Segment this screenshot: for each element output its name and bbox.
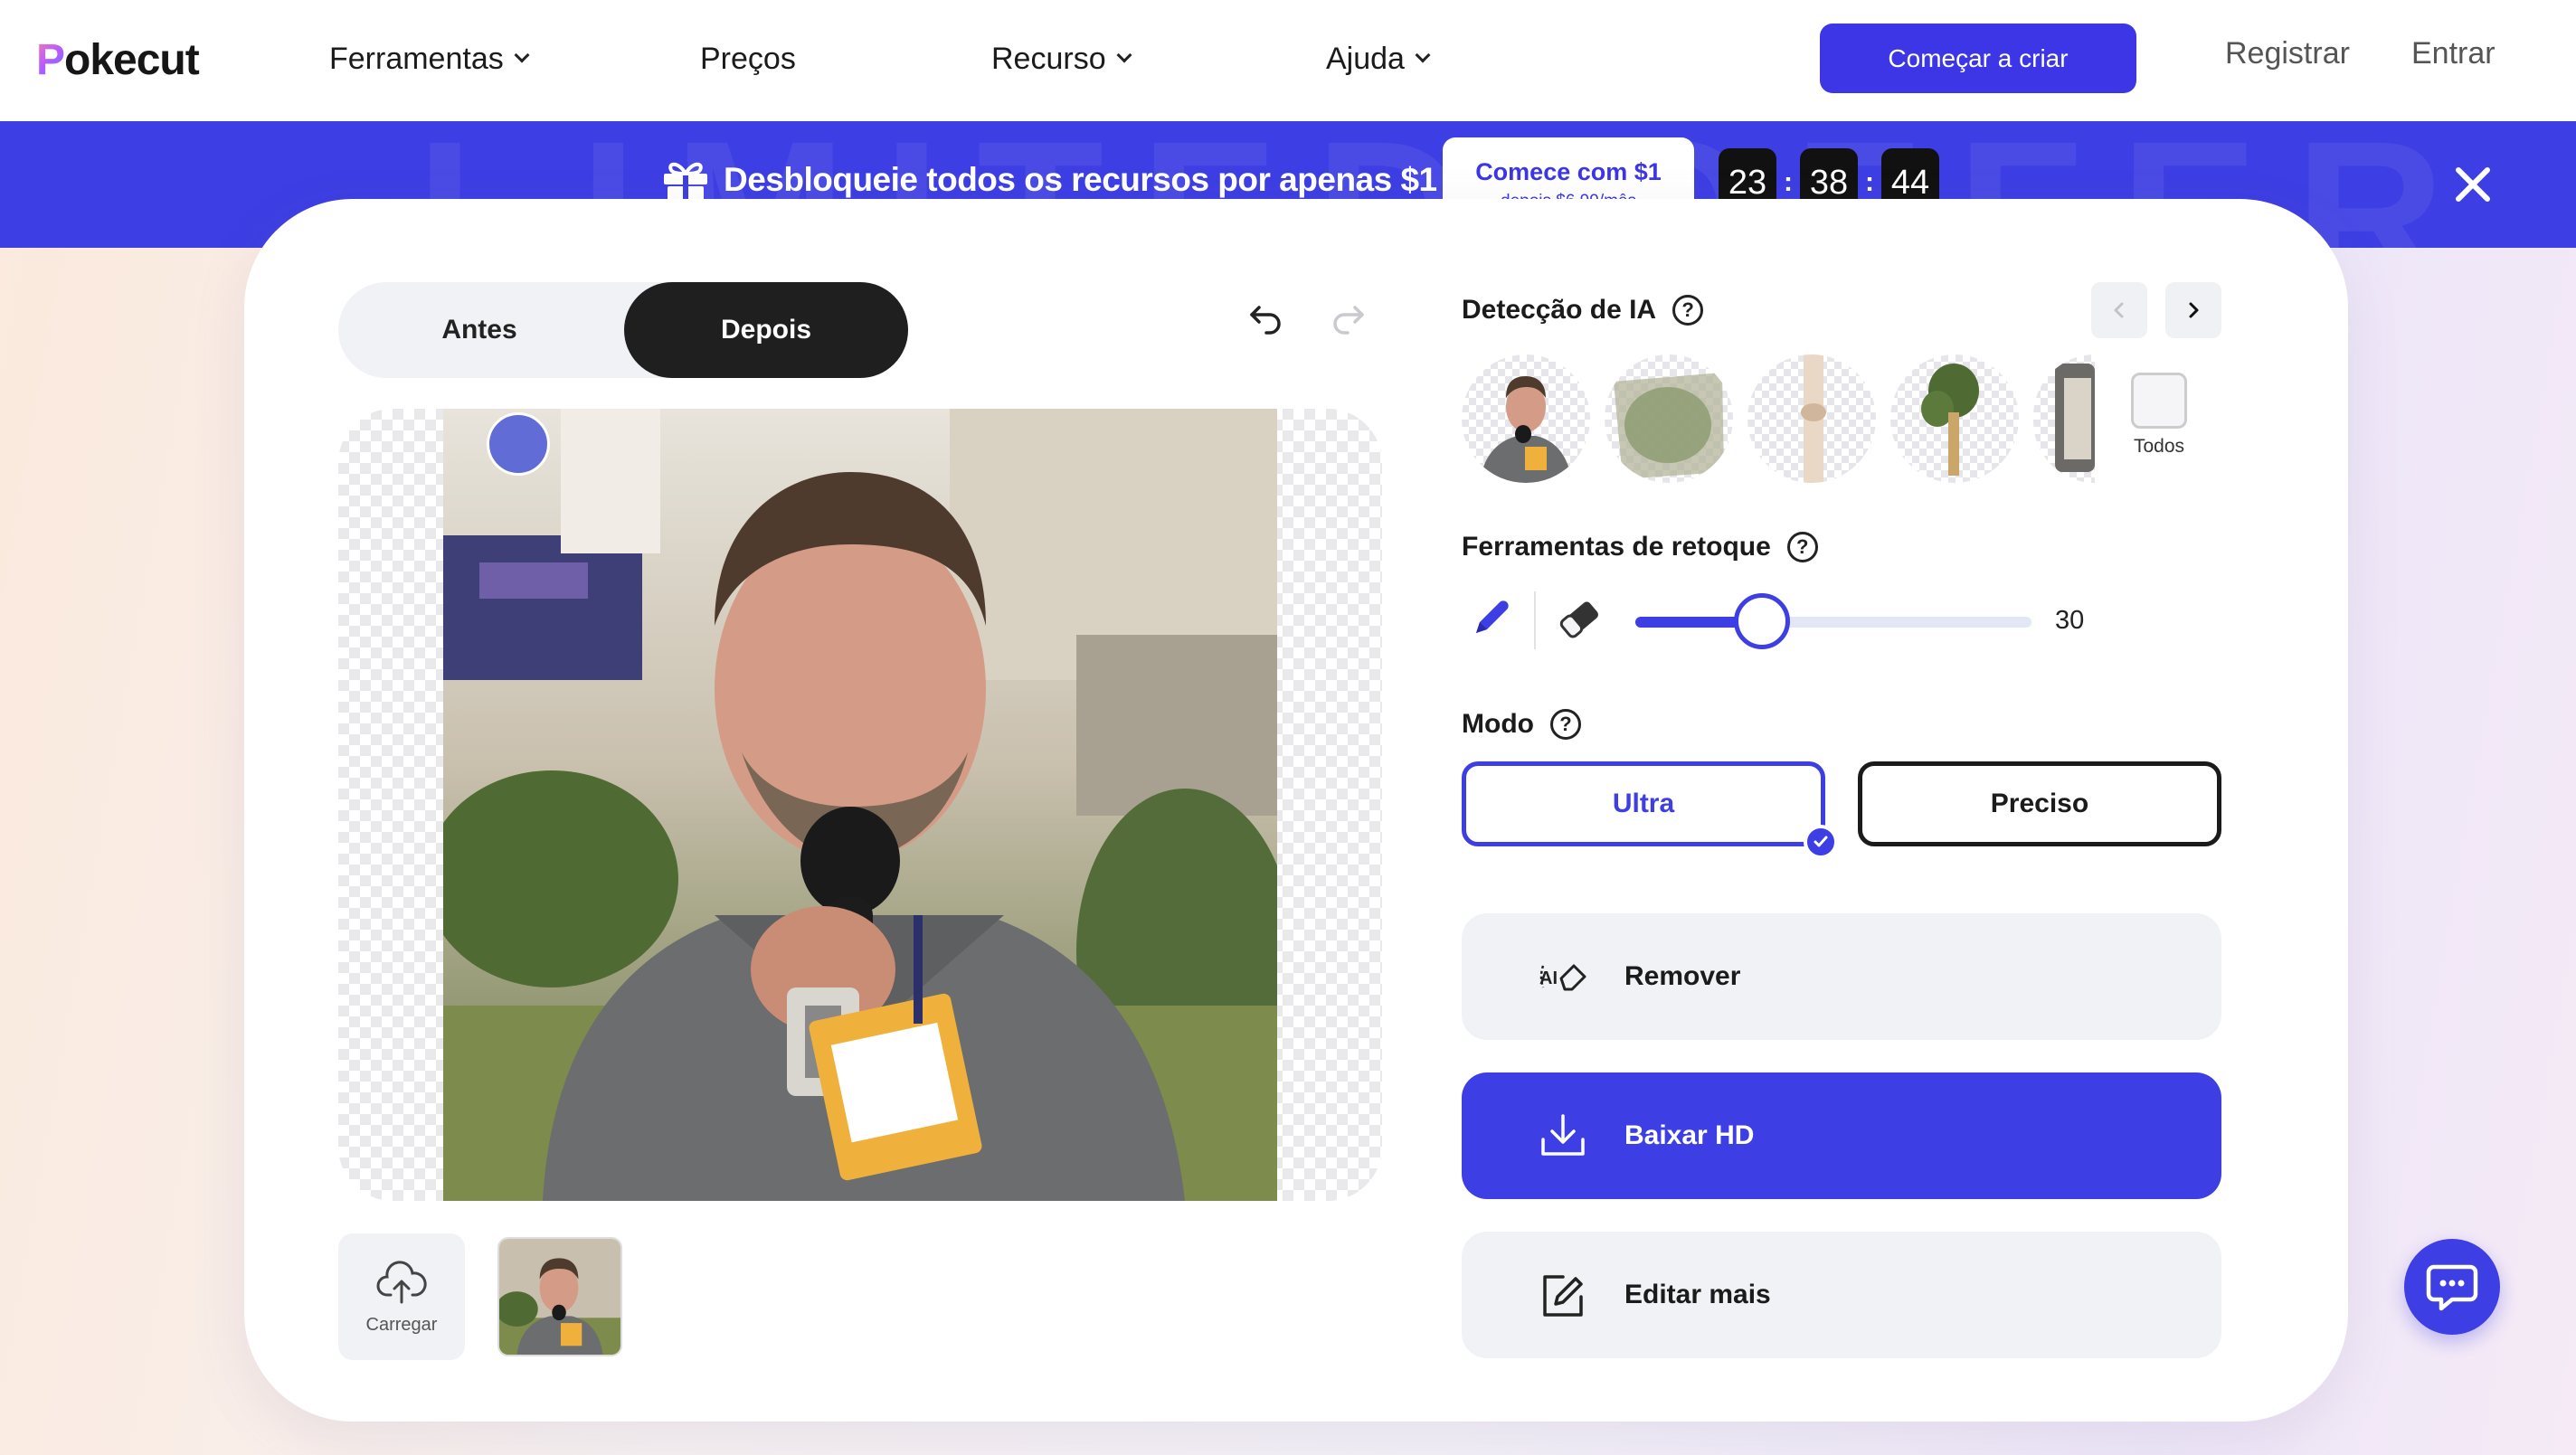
- edit-more-button[interactable]: Editar mais: [1462, 1232, 2221, 1358]
- nav-precos-label: Preços: [700, 41, 796, 76]
- plant-cutout: [1614, 373, 1724, 479]
- detection-item-object[interactable]: [1747, 354, 1876, 483]
- nav-precos[interactable]: Preços: [700, 36, 796, 81]
- close-icon[interactable]: [2449, 161, 2496, 208]
- before-tab[interactable]: Antes: [338, 282, 620, 378]
- brush-icon[interactable]: [1465, 593, 1516, 644]
- nav-recurso-label: Recurso: [991, 41, 1106, 76]
- detection-prev-button[interactable]: [2091, 282, 2147, 338]
- top-navbar: Pokecut Ferramentas Preços Recurso Ajuda…: [0, 0, 2576, 121]
- chevron-down-icon: [1415, 47, 1431, 63]
- retouch-tools-label: Ferramentas de retoque: [1462, 532, 1771, 562]
- chat-support-button[interactable]: [2404, 1239, 2500, 1335]
- download-icon: [1541, 1114, 1585, 1156]
- nav-ajuda-label: Ajuda: [1326, 41, 1405, 76]
- remove-button[interactable]: AI Remover: [1462, 913, 2221, 1040]
- pokecut-logo[interactable]: Pokecut: [36, 33, 200, 87]
- mode-ultra-button[interactable]: Ultra: [1462, 761, 1825, 846]
- detection-item-plant[interactable]: [1605, 354, 1733, 483]
- after-tab[interactable]: Depois: [624, 282, 908, 378]
- help-icon[interactable]: ?: [1786, 532, 1818, 562]
- upload-label: Carregar: [365, 1314, 438, 1335]
- upload-button[interactable]: Carregar: [338, 1233, 465, 1360]
- nav-ferramentas-label: Ferramentas: [329, 41, 504, 76]
- mode-precise-button[interactable]: Preciso: [1858, 761, 2221, 846]
- ai-erase-icon: AI: [1539, 964, 1586, 991]
- nav-ajuda[interactable]: Ajuda: [1326, 36, 1431, 81]
- eraser-icon[interactable]: [1554, 593, 1605, 644]
- help-icon[interactable]: ?: [1549, 709, 1581, 740]
- edit-icon: [1543, 1275, 1583, 1317]
- chevron-left-icon: [2114, 302, 2124, 318]
- nav-recurso[interactable]: Recurso: [991, 36, 1132, 81]
- redo-icon[interactable]: [1328, 298, 1368, 338]
- brush-size-thumb[interactable]: [1734, 593, 1791, 649]
- ai-detection-title: Detecção de IA ?: [1462, 295, 1704, 326]
- detection-all-checkbox[interactable]: [2131, 373, 2187, 429]
- download-label: Baixar HD: [1624, 1120, 1755, 1150]
- detection-next-button[interactable]: [2165, 282, 2221, 338]
- edited-photo[interactable]: [443, 409, 1277, 1201]
- promo-title: Comece com $1: [1475, 157, 1662, 185]
- detection-item-tree[interactable]: [1890, 354, 2019, 483]
- nav-ferramentas[interactable]: Ferramentas: [329, 36, 530, 81]
- ai-detection-label: Detecção de IA: [1462, 295, 1657, 325]
- mode-label: Modo: [1462, 709, 1534, 739]
- banner-message: Desbloqueie todos os recursos por apenas…: [724, 161, 1437, 198]
- edit-more-label: Editar mais: [1624, 1280, 1771, 1309]
- mode-title: Modo ?: [1462, 709, 1581, 740]
- retouch-tools-title: Ferramentas de retoque ?: [1462, 532, 1818, 562]
- undo-icon[interactable]: [1246, 298, 1286, 338]
- chevron-down-icon: [1116, 47, 1132, 63]
- before-after-toggle: Antes Depois: [338, 282, 908, 378]
- help-icon[interactable]: ?: [1672, 295, 1704, 326]
- timer-separator: :: [1865, 167, 1874, 197]
- upload-cloud-icon: [376, 1260, 427, 1303]
- chevron-right-icon: [2189, 302, 2199, 318]
- check-icon: [1804, 825, 1838, 859]
- chevron-down-icon: [514, 47, 530, 63]
- tree-cutout: [1921, 364, 1979, 476]
- brush-size-slider[interactable]: [1635, 617, 2031, 628]
- person-cutout: [1480, 376, 1572, 483]
- remove-label: Remover: [1624, 961, 1741, 991]
- start-creating-button[interactable]: Começar a criar: [1820, 24, 2136, 93]
- chat-icon: [2426, 1264, 2478, 1311]
- image-thumbnail[interactable]: [497, 1237, 622, 1356]
- brush-size-value: 30: [2055, 606, 2085, 635]
- register-link[interactable]: Registrar: [2225, 36, 2350, 71]
- login-link[interactable]: Entrar: [2411, 36, 2496, 71]
- object-cutout: [1801, 354, 1826, 483]
- detection-all-label: Todos: [2133, 436, 2185, 457]
- download-hd-button[interactable]: Baixar HD: [1462, 1072, 2221, 1199]
- timer-separator: :: [1784, 167, 1793, 197]
- tool-divider: [1534, 591, 1536, 649]
- detection-item-person[interactable]: [1462, 354, 1590, 483]
- brush-cursor: [487, 412, 550, 476]
